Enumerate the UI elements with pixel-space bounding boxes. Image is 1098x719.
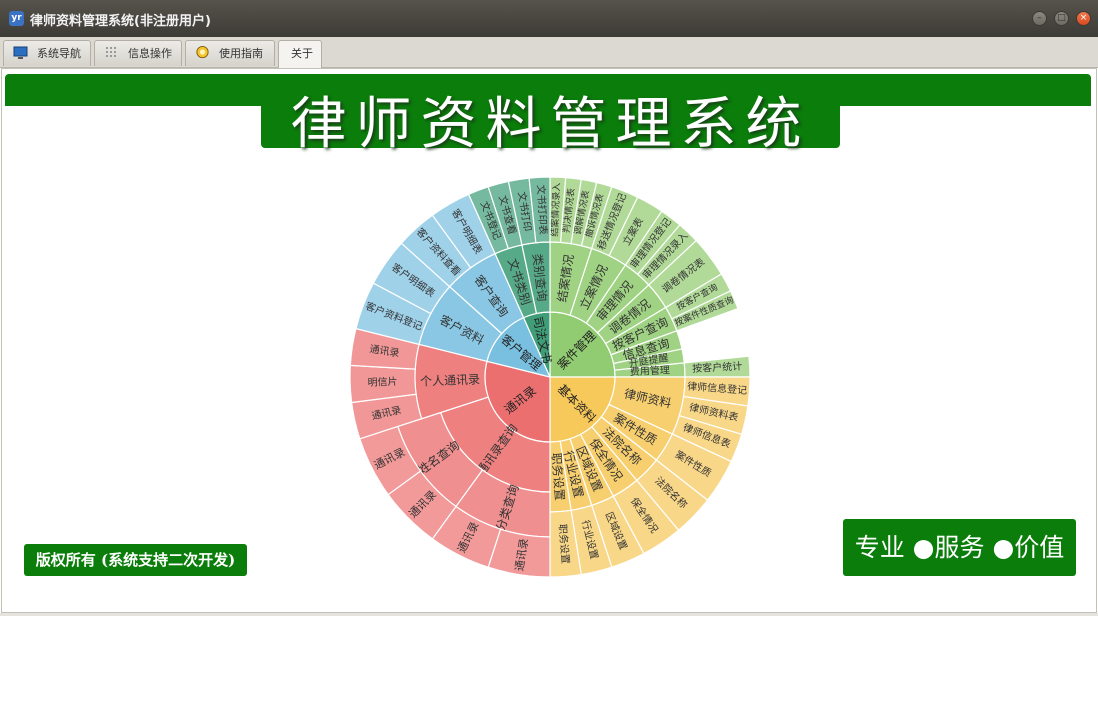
- minimize-icon[interactable]: –: [1032, 11, 1047, 26]
- leaf-label: 明信片: [367, 375, 397, 389]
- title-box: 律师资料管理系统: [261, 76, 840, 157]
- page-title: 律师资料管理系统: [290, 92, 811, 157]
- tab-label: 使用指南: [219, 47, 263, 60]
- copyright-badge: 版权所有 (系统支持二次开发): [24, 544, 247, 576]
- close-icon[interactable]: ×: [1076, 11, 1091, 26]
- category-label: 个人通讯录: [420, 372, 480, 388]
- tab-bar: 系统导航 信息操作 使用指南 关于: [0, 37, 1098, 68]
- tab-info-ops[interactable]: 信息操作: [94, 40, 182, 66]
- maximize-icon[interactable]: □: [1054, 11, 1069, 26]
- grid-icon: [106, 47, 116, 57]
- tab-user-guide[interactable]: 使用指南: [185, 40, 275, 66]
- tab-label: 关于: [291, 47, 313, 60]
- tab-system-nav[interactable]: 系统导航: [3, 40, 91, 66]
- slogan-badge: 专业 ●服务 ●价值: [843, 519, 1076, 576]
- tab-label: 信息操作: [128, 47, 172, 60]
- tab-about[interactable]: 关于: [278, 40, 322, 68]
- tab-label: 系统导航: [37, 47, 81, 60]
- navigation-sunburst: 案件管理结案情况结案情况录入 判决情况表调解情况表撤诉情况表立案情况移送情况登记立…: [349, 176, 751, 578]
- app-logo-icon: yr: [9, 11, 24, 26]
- guide-icon: [196, 46, 209, 59]
- monitor-icon: [13, 46, 28, 59]
- status-divider: [0, 613, 1098, 616]
- title-bar: yr 律师资料管理系统(非注册用户) – □ ×: [0, 0, 1098, 37]
- window-title: 律师资料管理系统(非注册用户): [30, 14, 211, 29]
